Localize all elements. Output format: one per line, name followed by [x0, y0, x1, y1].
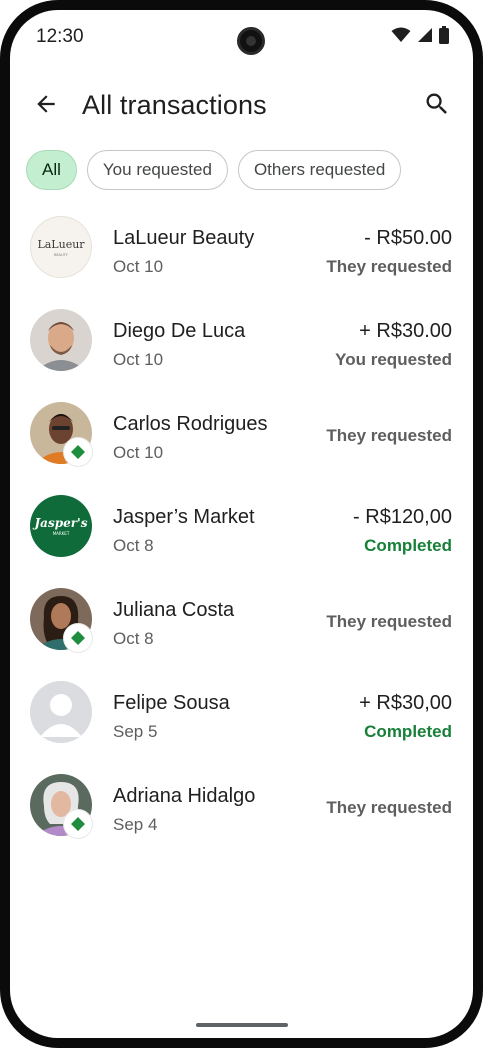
- transaction-amount: - R$120,00: [353, 506, 452, 528]
- transaction-amount: - R$50.00: [364, 227, 452, 249]
- search-button[interactable]: [419, 86, 455, 122]
- transaction-status: They requested: [326, 798, 452, 817]
- transaction-name: LaLueur Beauty: [113, 227, 255, 249]
- avatar-logo-text: LaLueur: [37, 238, 85, 251]
- transaction-row[interactable]: Adriana Hidalgo Sep 4 They requested: [10, 764, 473, 857]
- transaction-row[interactable]: Diego De Luca Oct 10 + R$30.00 You reque…: [10, 299, 473, 392]
- status-bar: 12:30: [10, 10, 473, 62]
- transaction-name: Adriana Hidalgo: [113, 785, 256, 807]
- screen: 12:30 All transactions All You requested…: [10, 10, 473, 1038]
- transaction-name: Carlos Rodrigues: [113, 413, 268, 435]
- transaction-status: Completed: [364, 536, 452, 555]
- transaction-date: Oct 8: [113, 629, 154, 648]
- avatar: [30, 309, 92, 371]
- google-pay-badge-icon: [71, 817, 85, 831]
- transaction-date: Oct 10: [113, 257, 164, 276]
- transaction-list: LaLueur BEAUTY LaLueur Beauty Oct 10 - R…: [10, 206, 473, 857]
- avatar-logo-subtext: MARKET: [53, 531, 70, 536]
- page-title: All transactions: [82, 90, 267, 120]
- avatar-logo-subtext: BEAUTY: [54, 253, 69, 257]
- transaction-status: Completed: [364, 722, 452, 741]
- transaction-date: Oct 10: [113, 443, 164, 462]
- transaction-name: Diego De Luca: [113, 320, 246, 342]
- transaction-row[interactable]: LaLueur BEAUTY LaLueur Beauty Oct 10 - R…: [10, 206, 473, 299]
- avatar: Jasper's MARKET: [30, 495, 92, 557]
- transaction-name: Juliana Costa: [113, 599, 235, 621]
- chip-all[interactable]: All: [26, 150, 77, 190]
- transaction-date: Sep 4: [113, 815, 158, 834]
- person-placeholder-icon: [30, 681, 92, 743]
- google-pay-badge: [64, 624, 92, 652]
- search-icon: [426, 93, 447, 114]
- google-pay-badge: [64, 810, 92, 838]
- transaction-row[interactable]: Juliana Costa Oct 8 They requested: [10, 578, 473, 671]
- google-pay-badge: [64, 438, 92, 466]
- filter-chips: All You requested Others requested: [26, 150, 402, 190]
- transaction-status: They requested: [326, 426, 452, 445]
- transaction-date: Sep 5: [113, 722, 158, 741]
- back-button[interactable]: [28, 86, 64, 122]
- avatar-logo-text: Jasper's: [33, 516, 88, 530]
- transaction-status: They requested: [326, 257, 452, 276]
- chip-you-requested[interactable]: You requested: [86, 150, 228, 190]
- google-pay-badge-icon: [71, 631, 85, 645]
- front-camera: [237, 27, 265, 55]
- transaction-status: You requested: [335, 350, 452, 369]
- transaction-date: Oct 8: [113, 536, 154, 555]
- battery-icon: [439, 26, 449, 44]
- home-indicator[interactable]: [196, 1023, 288, 1027]
- transaction-status: They requested: [326, 612, 452, 631]
- transaction-date: Oct 10: [113, 350, 164, 369]
- transaction-row[interactable]: Jasper's MARKET Jasper’s Market Oct 8 - …: [10, 485, 473, 578]
- transaction-amount: + R$30.00: [359, 320, 452, 342]
- transaction-name: Jasper’s Market: [113, 506, 255, 528]
- avatar: LaLueur BEAUTY: [30, 216, 92, 278]
- status-time: 12:30: [36, 26, 84, 47]
- app-bar: All transactions: [10, 70, 473, 134]
- google-pay-badge-icon: [71, 445, 85, 459]
- status-icons: [391, 26, 449, 44]
- avatar: [30, 681, 92, 743]
- arrow-left-icon: [37, 95, 55, 113]
- transaction-row[interactable]: Felipe Sousa Sep 5 + R$30,00 Completed: [10, 671, 473, 764]
- wifi-icon: [391, 27, 411, 42]
- transaction-name: Felipe Sousa: [113, 692, 230, 714]
- chip-others-requested[interactable]: Others requested: [237, 150, 402, 190]
- signal-icon: [418, 28, 432, 42]
- transaction-row[interactable]: Carlos Rodrigues Oct 10 They requested: [10, 392, 473, 485]
- transaction-amount: + R$30,00: [359, 692, 452, 714]
- phone-frame: 12:30 All transactions All You requested…: [0, 0, 483, 1048]
